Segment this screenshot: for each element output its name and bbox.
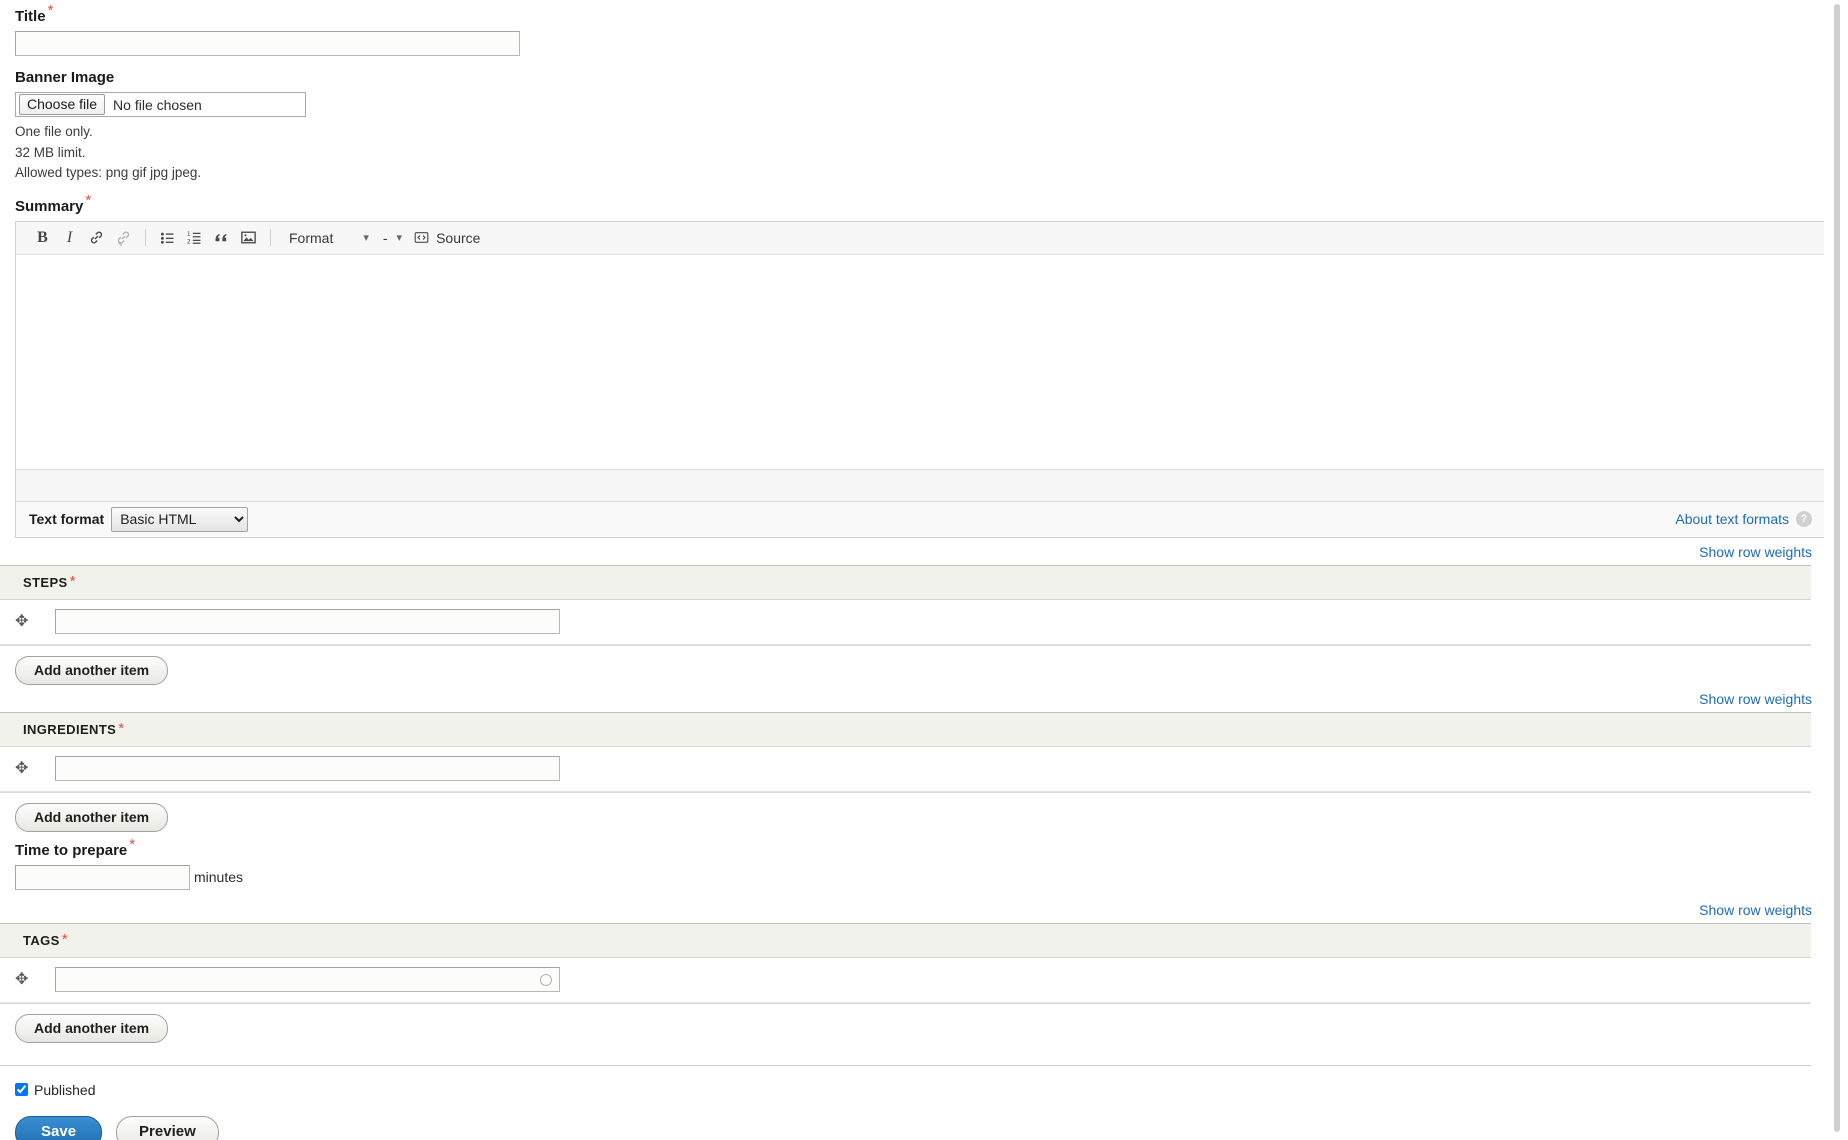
show-row-weights-link-steps[interactable]: Show row weights [1699,544,1812,560]
svg-text:1: 1 [187,231,191,238]
styles-dropdown-label: - [382,229,388,246]
tags-autocomplete-wrapper [55,967,560,992]
table-row: ✥ [0,957,1811,1003]
numbered-list-icon[interactable]: 1 2 [181,225,208,250]
banner-image-field-wrapper: Banner Image Choose file No file chosen … [0,56,1825,184]
help-icon[interactable]: ? [1796,511,1812,527]
file-chosen-status: No file chosen [113,96,202,113]
file-desc-size-limit: 32 MB limit. [15,144,86,160]
add-another-item-button-steps[interactable]: Add another item [15,655,169,685]
title-input[interactable] [15,31,520,56]
styles-dropdown[interactable]: - ▾ [373,225,406,250]
text-format-label: Text format [29,511,105,527]
format-dropdown[interactable]: Format ▾ [279,225,373,250]
add-another-item-button-ingredients[interactable]: Add another item [15,802,169,832]
image-icon[interactable] [235,225,262,250]
title-field-wrapper: Title * [0,0,1825,56]
ingredients-item-input-0[interactable] [55,756,560,781]
time-required-marker: * [129,835,136,853]
time-to-prepare-input[interactable] [15,864,190,890]
source-code-icon [414,232,429,243]
steps-weights-row: Show row weights [0,538,1825,565]
show-row-weights-link-tags[interactable]: Show row weights [1699,902,1812,918]
file-desc-allowed-types: Allowed types: png gif jpg jpeg. [15,165,202,180]
title-label: Title * [15,3,1825,26]
summary-label-text: Summary [15,197,84,215]
add-another-item-button-tags[interactable]: Add another item [15,1013,169,1043]
time-unit-label: minutes [194,869,244,885]
tags-actions: Add another item [0,1004,1825,1043]
tags-item-input-0[interactable] [55,967,560,992]
tags-header-label: TAGS [23,932,60,948]
steps-table: STEPS * ✥ [0,564,1811,646]
file-desc-one-file: One file only. [15,124,93,139]
ingredients-actions: Add another item [0,793,1825,832]
text-format-bar: Text format Basic HTML About text format… [16,500,1825,537]
form-actions: Save Preview [0,1098,1825,1140]
ingredients-weights-row: Show row weights [0,685,1825,712]
toolbar-separator-2 [270,229,271,246]
ingredients-header-label: INGREDIENTS [23,721,117,737]
published-checkbox[interactable] [15,1083,28,1096]
save-button[interactable]: Save [15,1115,103,1140]
page-scrollbar[interactable] [1824,0,1848,1140]
tags-table: TAGS * ✥ [0,922,1811,1004]
time-to-prepare-label-text: Time to prepare [15,841,128,859]
choose-file-button[interactable]: Choose file [19,94,106,115]
banner-image-file-input[interactable]: Choose file No file chosen [15,92,306,117]
time-to-prepare-label: Time to prepare * [15,837,1825,860]
steps-table-header: STEPS * [0,565,1811,600]
tags-weights-row: Show row weights [0,890,1825,923]
preview-button[interactable]: Preview [116,1115,219,1140]
drag-handle-icon[interactable]: ✥ [15,760,55,777]
toolbar-separator-1 [145,229,146,246]
summary-label: Summary * [15,193,1825,216]
steps-header-label: STEPS [23,574,68,590]
blockquote-icon[interactable] [208,225,235,250]
published-label: Published [34,1081,96,1098]
link-icon[interactable] [83,225,110,250]
scrollbar-thumb[interactable] [1834,4,1840,1132]
summary-field-wrapper: Summary * B I 1 2 Format ▾ - ▾ Source Te… [0,184,1825,538]
autocomplete-throbber-icon [540,973,552,986]
steps-actions: Add another item [0,646,1825,685]
banner-image-descriptions: One file only. 32 MB limit. Allowed type… [15,122,1825,184]
banner-image-label: Banner Image [15,69,115,86]
drag-handle-icon[interactable]: ✥ [15,613,55,630]
title-required-marker: * [47,2,54,19]
editor-resize-handle[interactable] [16,468,1825,501]
tags-table-header: TAGS * [0,923,1811,958]
time-to-prepare-row: minutes [15,864,1825,890]
format-dropdown-label: Format [289,229,334,246]
chevron-down-icon: ▾ [363,232,369,244]
published-row: Published [0,1066,1825,1098]
table-row: ✥ [0,599,1811,645]
editor-content-area[interactable] [16,254,1825,469]
time-to-prepare-field-wrapper: Time to prepare * minutes [0,832,1825,890]
node-edit-form: Title * Banner Image Choose file No file … [0,0,1825,1140]
ingredients-table-header: INGREDIENTS * [0,712,1811,747]
steps-item-input-0[interactable] [55,609,560,634]
source-button[interactable]: Source [406,225,486,250]
about-text-formats-link[interactable]: About text formats [1675,511,1789,527]
drag-handle-icon[interactable]: ✥ [15,971,55,988]
ingredients-table: INGREDIENTS * ✥ [0,711,1811,793]
summary-required-marker: * [85,191,92,209]
svg-text:2: 2 [187,238,191,245]
table-row: ✥ [0,746,1811,792]
source-button-label: Source [436,229,481,246]
chevron-down-icon-styles: ▾ [396,232,403,244]
show-row-weights-link-ingredients[interactable]: Show row weights [1699,691,1812,707]
bold-icon[interactable]: B [29,225,56,250]
unlink-icon [110,225,137,250]
title-label-text: Title [15,8,46,25]
editor-toolbar: B I 1 2 Format ▾ - ▾ Source [16,221,1825,255]
text-format-select[interactable]: Basic HTML [111,506,249,532]
rich-text-editor: B I 1 2 Format ▾ - ▾ Source Text format … [15,220,1825,538]
bulleted-list-icon[interactable] [154,225,181,250]
italic-icon[interactable]: I [56,225,83,250]
